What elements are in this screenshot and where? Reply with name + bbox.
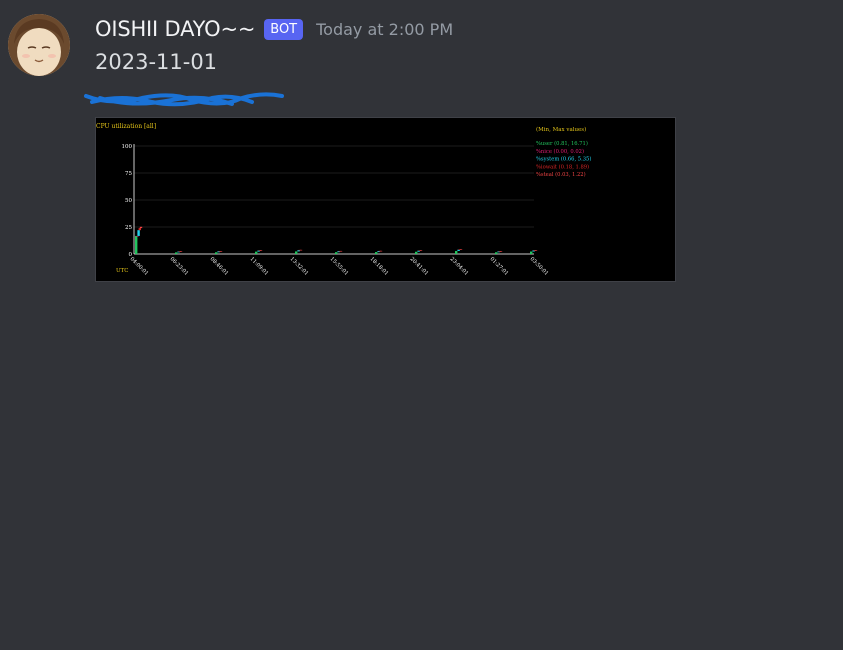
legend-entry: %steal (0.03, 1.22): [536, 171, 586, 178]
x-tick-label: 04:00:01: [129, 256, 150, 277]
chart-image-attachment[interactable]: CPU utilization [all] (Min, Max values) …: [95, 117, 676, 282]
message-content: 2023-11-01: [95, 50, 218, 74]
avatar-face-icon: [8, 14, 70, 76]
bar-system: [137, 230, 140, 236]
bar-steal: [534, 250, 538, 251]
legend-entry: %user (0.81, 16.71): [536, 140, 588, 147]
bar-user: [175, 252, 178, 254]
y-tick-label: 100: [122, 144, 133, 150]
bar-user: [295, 251, 298, 254]
y-tick-label: 50: [125, 198, 132, 204]
chat-message: OISHII DAYO~~ BOT Today at 2:00 PM 2023-…: [0, 0, 843, 650]
x-tick-label: 03:50:01: [529, 256, 550, 277]
x-tick-label: 11:09:01: [249, 256, 270, 277]
bar-iowait: [138, 228, 141, 231]
legend-entry: %nice (0.00, 0.02): [536, 148, 584, 155]
bar-steal: [339, 250, 343, 252]
message-timestamp[interactable]: Today at 2:00 PM: [316, 20, 453, 39]
bar-steal: [219, 251, 223, 252]
x-tick-label: 20:41:01: [409, 256, 430, 277]
bot-badge: BOT: [264, 18, 304, 40]
bar-steal: [419, 250, 423, 251]
redaction-scribble: [84, 92, 284, 107]
x-tick-label: 01:27:01: [489, 256, 510, 277]
bar-user: [530, 251, 533, 254]
cpu-utilization-chart: CPU utilization [all] (Min, Max values) …: [96, 123, 591, 277]
x-tick-label: 23:04:01: [449, 256, 470, 277]
legend-title: (Min, Max values): [536, 126, 586, 133]
avatar[interactable]: [8, 14, 70, 76]
chart-title: CPU utilization [all]: [96, 123, 156, 130]
x-tick-label: 18:18:01: [369, 256, 390, 277]
legend-entry: %system (0.66, 5.35): [536, 156, 591, 163]
bar-user: [375, 252, 378, 254]
x-tick-label: 06:23:01: [169, 256, 190, 277]
x-tick-label: 13:32:01: [289, 256, 310, 277]
bar-nice: [136, 235, 139, 237]
y-tick-label: 25: [125, 225, 132, 231]
bar-user: [335, 252, 338, 254]
bar-steal: [379, 250, 383, 252]
bar-steal: [499, 251, 503, 252]
bar-steal: [179, 251, 183, 252]
message-header: OISHII DAYO~~ BOT Today at 2:00 PM: [95, 14, 453, 44]
bar-steal: [139, 226, 143, 229]
bar-user: [455, 250, 458, 254]
bar-user: [255, 251, 258, 254]
x-tick-label: 08:46:01: [209, 256, 230, 277]
timezone-label: UTC: [116, 268, 129, 274]
bar-user: [415, 251, 418, 254]
bar-user: [215, 252, 218, 254]
bar-user: [495, 252, 498, 254]
y-tick-label: 75: [125, 171, 132, 177]
username[interactable]: OISHII DAYO~~: [95, 17, 255, 41]
legend-entry: %iowait (0.18, 1.89): [536, 163, 589, 170]
bar-steal: [459, 249, 463, 250]
x-tick-label: 15:55:01: [329, 256, 350, 277]
bar-steal: [259, 250, 263, 251]
bar-steal: [299, 249, 303, 251]
bar-user: [135, 235, 138, 254]
